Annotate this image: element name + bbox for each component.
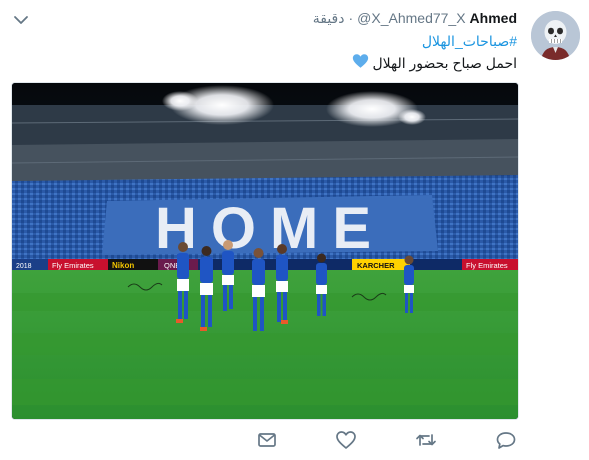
sponsor-fly-emirates-2: Fly Emirates bbox=[466, 261, 508, 270]
message-icon[interactable] bbox=[255, 428, 279, 452]
separator-dot: · bbox=[348, 10, 354, 26]
tweet-card: Ahmed @X_Ahmed77_X · دقيقة #صباحات_الهلا… bbox=[0, 0, 589, 460]
banner-year: 2018 bbox=[16, 263, 32, 270]
timestamp[interactable]: دقيقة bbox=[313, 10, 345, 27]
author-handle[interactable]: @X_Ahmed77_X bbox=[357, 10, 465, 26]
home-mosaic-text: HOME bbox=[155, 196, 385, 261]
tweet-header: Ahmed @X_Ahmed77_X · دقيقة bbox=[313, 10, 517, 30]
sponsor-nikon: Nikon bbox=[112, 261, 134, 270]
sponsor-karcher: KARCHER bbox=[357, 261, 395, 270]
blue-heart-icon bbox=[352, 54, 369, 68]
hashtag-link[interactable]: #صباحات_الهلال bbox=[422, 33, 517, 50]
like-icon[interactable] bbox=[334, 428, 358, 452]
tweet-text: احمل صباح بحضور الهلال bbox=[372, 55, 517, 71]
tweet-actions bbox=[0, 428, 589, 454]
avatar[interactable] bbox=[531, 11, 580, 60]
reply-icon[interactable] bbox=[494, 428, 518, 452]
tweet-media-image[interactable]: HOME 2018 Fly Emirates Nikon QNB KARCHER… bbox=[11, 82, 519, 420]
sponsor-fly-emirates: Fly Emirates bbox=[52, 261, 94, 270]
chevron-down-icon[interactable] bbox=[12, 13, 30, 27]
author-name[interactable]: Ahmed bbox=[470, 10, 517, 26]
retweet-icon[interactable] bbox=[414, 428, 438, 452]
